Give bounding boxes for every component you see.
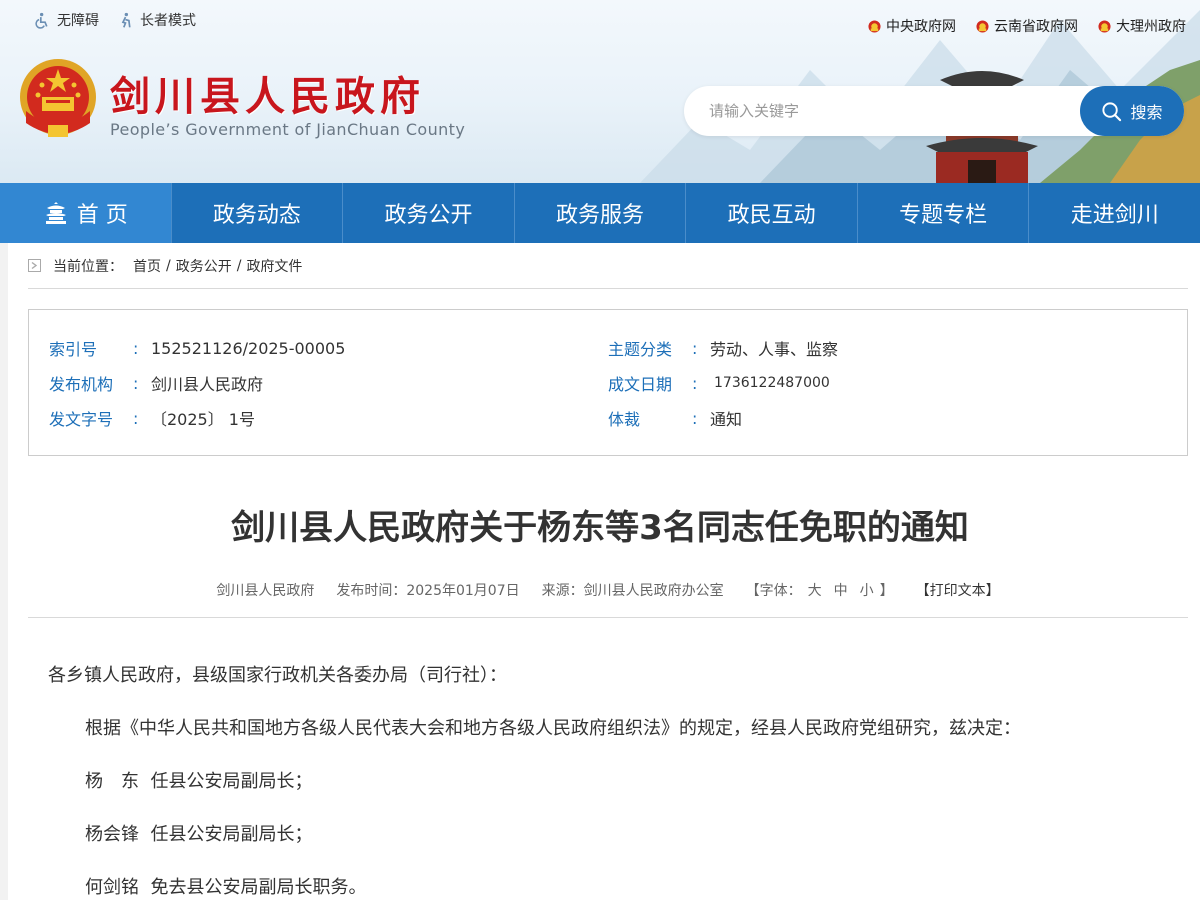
main-nav: 首 页 政务动态 政务公开 政务服务 政民互动 专题专栏 走进剑川 [0,183,1200,243]
meta-label: 体裁 [608,410,641,429]
meta-topic: 主题分类 : 劳动、人事、监察 [608,337,839,360]
meta-date: 成文日期 : 1736122487000 [608,372,830,395]
gov-links: 中央政府网 云南省政府网 大理州政府 [868,16,1186,36]
search-button[interactable]: 搜索 [1080,86,1184,136]
national-emblem-logo[interactable] [18,57,98,143]
meta-genre: 体裁 : 通知 [608,407,743,430]
search-bar: 搜索 [684,86,1184,136]
meta-colon: : [692,408,698,428]
breadcrumb-prefix: 当前位置： [53,258,123,275]
meta-colon: : [692,373,698,393]
meta-publisher: 发布机构 : 剑川县人民政府 [49,372,264,395]
site-subtitle: People’s Government of JianChuan County [110,120,466,139]
nav-label: 专题专栏 [899,203,988,228]
nav-label: 政务公开 [384,203,473,228]
nav-item-topics[interactable]: 专题专栏 [856,183,1029,243]
font-size-prefix: 【字体： [745,583,802,599]
page-left-edge [0,243,8,900]
font-size-suffix: 】 [879,583,894,599]
nav-label: 政务服务 [556,203,645,228]
wheelchair-icon [35,12,48,29]
meta-value: 剑川县人民政府 [151,375,264,394]
search-button-label: 搜索 [1130,103,1163,122]
nav-label: 走进剑川 [1070,203,1159,228]
font-size-medium-button[interactable]: 中 [834,580,848,617]
meta-colon: : [133,338,139,358]
national-emblem-icon [1098,19,1111,33]
article-paragraph: 杨 东 任县公安局副局长； [85,771,313,792]
gov-link-central[interactable]: 中央政府网 [868,16,956,36]
meta-colon: : [692,338,698,358]
breadcrumb-separator: / [236,257,242,274]
meta-label: 索引号 [49,340,98,359]
article-paragraph: 何剑铭 免去县公安局副局长职务。 [85,877,367,898]
font-size-switcher: 【字体： 大 中 小 】 [746,580,894,617]
nav-label: 政民互动 [727,203,816,228]
article-author: 剑川县人民政府 [216,583,315,599]
article-paragraph: 杨会锋 任县公安局副局长； [85,824,313,845]
nav-item-news[interactable]: 政务动态 [170,183,343,243]
home-icon [45,202,66,224]
meta-value: 〔2025〕 1号 [151,410,255,429]
meta-colon: : [133,408,139,428]
meta-label: 发文字号 [49,410,114,429]
nav-label: 政务动态 [212,203,301,228]
font-size-large-button[interactable]: 大 [808,580,822,617]
national-emblem-icon [976,19,989,33]
article-source: 来源：剑川县人民政府办公室 [541,583,724,599]
breadcrumb-link-home[interactable]: 首页 [133,256,161,276]
meta-doc-no: 发文字号 : 〔2025〕 1号 [49,407,255,430]
meta-value: 劳动、人事、监察 [710,340,839,359]
meta-index-no: 索引号 : 152521126/2025-00005 [49,337,346,360]
elder-person-icon [121,12,131,28]
accessibility-link[interactable]: 无障碍 [34,10,99,30]
breadcrumb-separator: / [166,257,171,274]
gov-link-label: 云南省政府网 [994,19,1078,35]
site-title: 剑川县人民政府 [110,73,425,120]
meta-value: 1736122487000 [714,375,830,391]
article-paragraph: 根据《中华人民共和国地方各级人民代表大会和地方各级人民政府组织法》的规定，经县人… [85,718,1021,739]
meta-value: 152521126/2025-00005 [151,338,346,358]
article-title: 剑川县人民政府关于杨东等3名同志任免职的通知 [231,508,969,548]
breadcrumb-link-documents[interactable]: 政府文件 [246,256,302,276]
article-publish-time: 发布时间：2025年01月07日 [336,583,520,599]
meta-colon: : [133,373,139,393]
national-emblem-icon [868,19,881,33]
gov-link-dali[interactable]: 大理州政府 [1098,16,1186,36]
site-header: 无障碍 长者模式 中央政府网 云南省政府网 大理州政府 剑川县人民政府 Peop… [0,0,1200,183]
gov-link-label: 中央政府网 [886,19,956,35]
print-button[interactable]: 【打印文本】 [916,580,1000,617]
accessibility-label: 无障碍 [57,13,99,29]
font-size-small-button[interactable]: 小 [860,580,874,617]
article-body: 各乡镇人民政府，县级国家行政机关各委办局（司行社）： 根据《中华人民共和国地方各… [48,662,1168,900]
search-input[interactable] [684,86,1084,136]
meta-label: 成文日期 [608,375,673,394]
breadcrumb: 当前位置： 首页 / 政务公开 / 政府文件 [28,243,1188,289]
search-icon [1102,101,1122,121]
utility-bar: 无障碍 长者模式 [34,10,196,30]
meta-label: 主题分类 [608,340,673,359]
elder-mode-link[interactable]: 长者模式 [117,10,196,30]
nav-item-services[interactable]: 政务服务 [513,183,686,243]
nav-item-disclosure[interactable]: 政务公开 [342,183,514,243]
meta-label: 发布机构 [49,375,114,394]
article-salutation: 各乡镇人民政府，县级国家行政机关各委办局（司行社）： [48,665,507,686]
article-meta-bar: 剑川县人民政府 发布时间：2025年01月07日 来源：剑川县人民政府办公室 【… [28,580,1188,618]
gov-link-label: 大理州政府 [1116,19,1186,35]
location-icon [28,259,41,272]
gov-link-yunnan[interactable]: 云南省政府网 [976,16,1078,36]
meta-value: 通知 [710,410,743,429]
nav-item-about[interactable]: 走进剑川 [1028,183,1200,243]
breadcrumb-link-disclosure[interactable]: 政务公开 [176,256,232,276]
nav-item-interaction[interactable]: 政民互动 [685,183,857,243]
nav-label: 首 页 [76,203,128,228]
nav-item-home[interactable]: 首 页 [0,183,171,243]
document-meta-box: 索引号 : 152521126/2025-00005 发布机构 : 剑川县人民政… [28,309,1188,456]
elder-mode-label: 长者模式 [140,13,196,29]
